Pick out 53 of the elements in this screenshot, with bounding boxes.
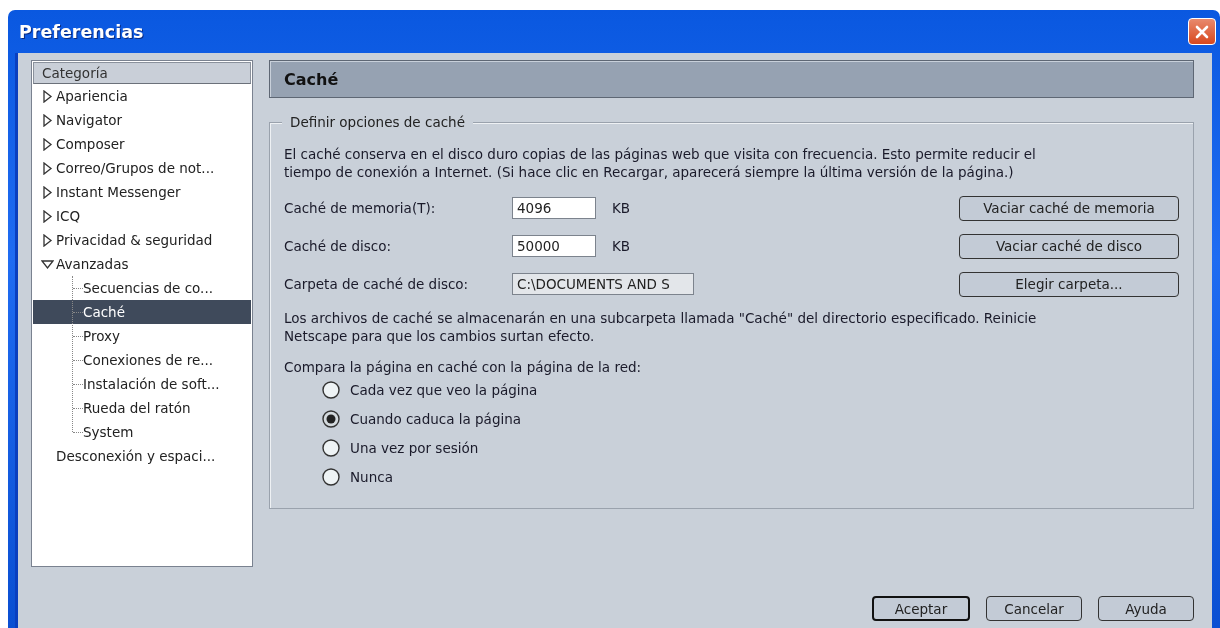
close-icon [1194, 23, 1210, 40]
tree-item[interactable]: ICQ [33, 204, 251, 228]
compare-label: Compara la página en caché con la página de la red: [284, 359, 643, 375]
tree-item[interactable]: Composer [33, 132, 251, 156]
tree-item[interactable]: Instant Messenger [33, 180, 251, 204]
note-text: Los archivos de caché se almacenarán en una subcarpeta llamada "Caché" del directorio especificado. Reinicie Netscape para que los cambios surtan efecto. [284, 309, 1038, 345]
close-button[interactable] [1188, 18, 1216, 45]
description-text: El caché conserva en el disco duro copias de las páginas web que visita con frecuencia. Esto permite reducir el tiempo de conexión a Internet. (Si hace clic en Recargar, aparecerá siempre la última versión de la página.) [284, 145, 1037, 181]
tree-item[interactable]: Caché [33, 300, 251, 324]
radio-button[interactable] [322, 380, 340, 399]
radio-button[interactable] [322, 467, 340, 486]
unit-label: KB [612, 238, 631, 254]
column-header[interactable]: Categoría [33, 62, 251, 84]
action-button[interactable]: Vaciar caché de memoria [959, 195, 1179, 221]
input-field[interactable]: 50000 [512, 235, 596, 257]
field-label: Caché de disco: [284, 238, 393, 254]
window-title: Preferencias [19, 21, 144, 42]
field-label: Carpeta de caché de disco: [284, 276, 470, 292]
radio-label[interactable]: Nunca [350, 468, 393, 485]
tree-item[interactable]: Privacidad & seguridad [33, 228, 251, 252]
dialog-button[interactable]: Ayuda [1098, 596, 1194, 621]
tree-item[interactable]: Correo/Grupos de not... [33, 156, 251, 180]
tree-item[interactable]: Apariencia [33, 84, 251, 108]
collapsed-triangle-icon[interactable] [41, 209, 54, 223]
collapsed-triangle-icon[interactable] [41, 137, 54, 151]
radio-label[interactable]: Cuando caduca la página [350, 410, 522, 427]
tree-item[interactable]: Proxy [33, 324, 251, 348]
tree-item[interactable]: Conexiones de re... [33, 348, 251, 372]
collapsed-triangle-icon[interactable] [41, 233, 54, 247]
tree-item[interactable]: Instalación de soft... [33, 372, 251, 396]
collapsed-triangle-icon[interactable] [41, 185, 54, 199]
tree-item[interactable]: Rueda del ratón [33, 396, 251, 420]
tree-item[interactable]: Secuencias de co... [33, 276, 251, 300]
field-label: Caché de memoria(T): [284, 200, 437, 216]
expanded-triangle-icon[interactable] [41, 257, 54, 271]
tree-item[interactable]: Navigator [33, 108, 251, 132]
collapsed-triangle-icon[interactable] [41, 89, 54, 103]
panel-title: Caché [269, 60, 1194, 98]
radio-button[interactable] [322, 438, 340, 457]
radio-label[interactable]: Cada vez que veo la página [350, 381, 538, 398]
collapsed-triangle-icon[interactable] [41, 161, 54, 175]
radio-label[interactable]: Una vez por sesión [350, 439, 479, 456]
group-legend: Definir opciones de caché [282, 114, 473, 130]
tree-item[interactable]: Avanzadas [33, 252, 251, 276]
unit-label: KB [612, 200, 631, 216]
collapsed-triangle-icon[interactable] [41, 113, 54, 127]
tree-item[interactable]: System [33, 420, 251, 444]
dialog-button[interactable]: Cancelar [986, 596, 1082, 621]
action-button[interactable]: Vaciar caché de disco [959, 233, 1179, 259]
tree-item[interactable]: Desconexión y espaci... [33, 444, 251, 468]
input-field[interactable]: 4096 [512, 197, 596, 219]
dialog-button[interactable]: Aceptar [872, 596, 970, 621]
radio-button[interactable] [322, 409, 340, 428]
